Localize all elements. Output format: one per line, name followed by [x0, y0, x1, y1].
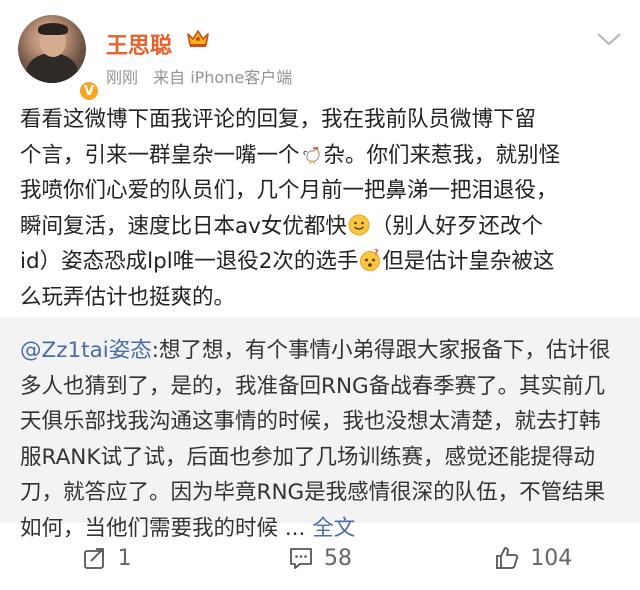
repost-icon	[83, 548, 104, 569]
repost-text-line: @Zz1tai姿态:想了想，有个事情小弟得跟大家报备下，估计很	[20, 338, 611, 363]
post-text-line: 瞬间复活，速度比日本av女优都快 （别人好歹还改个	[20, 213, 543, 239]
repost-count: 1	[117, 545, 132, 571]
svg-text:?: ?	[374, 249, 379, 257]
reposted-weibo[interactable]: @Zz1tai姿态:想了想，有个事情小弟得跟大家报备下，估计很 多人也猜到了，是…	[0, 317, 640, 541]
repost-button[interactable]: 1	[0, 530, 213, 586]
action-bar: 1 58 104	[0, 530, 640, 586]
comment-button[interactable]: 58	[213, 530, 426, 586]
like-count: 104	[530, 545, 573, 571]
comment-count: 58	[323, 545, 352, 571]
comment-icon	[290, 548, 312, 569]
post-time: 刚刚	[106, 68, 139, 87]
weibo-post-card: V 王思聪 刚刚 来自 iPhone客户端 看看这微博下面我评论的回复，我在我前…	[0, 0, 640, 590]
repost-text-line: 服RANK试了试，后面也参加了几场训练赛，感觉还能提得动	[20, 444, 595, 470]
repost-text-line: 多人也猜到了，是的，我准备回RNG备战春季赛了。其实前几	[20, 373, 606, 399]
confused-emoji: ?	[360, 249, 381, 271]
post-text-line: 么玩弄估计也挺爽的。	[20, 284, 236, 310]
smile-emoji	[348, 214, 370, 235]
repost-author-mention[interactable]: @Zz1tai姿态	[20, 338, 152, 363]
repost-text-line: 刀，就答应了。因为毕竟RNG是我感情很深的队伍，不管结果	[20, 480, 606, 505]
author-name[interactable]: 王思聪	[106, 28, 172, 60]
post-text-line: 个言，引来一群皇杂一嘴一个 杂。你们来惹我，就别怪	[20, 142, 561, 168]
post-text-line: id）姿态恐成lpl唯一退役2次的选手 ? 但是估计皇杂被这	[20, 249, 555, 274]
post-text-line: 我喷你们心爱的队员们，几个月前一把鼻涕一把泪退役，	[20, 178, 558, 203]
avatar[interactable]: V	[18, 15, 100, 102]
post-source: 来自 iPhone客户端	[153, 68, 293, 87]
post-text-line: 看看这微博下面我评论的回复，我在我前队员微博下留	[20, 107, 537, 132]
post-meta: 刚刚 来自 iPhone客户端	[106, 64, 292, 88]
post-body: 看看这微博下面我评论的回复，我在我前队员微博下留 个言，引来一群皇杂一嘴一个 杂…	[20, 102, 624, 315]
like-button[interactable]: 104	[427, 530, 640, 586]
rooster-emoji	[302, 146, 321, 164]
repost-text-line: 天俱乐部找我沟通这事情的时候，我也没想太清楚，就去打韩	[20, 409, 601, 434]
crown-icon	[187, 30, 209, 47]
repost-body: @Zz1tai姿态:想了想，有个事情小弟得跟大家报备下，估计很 多人也猜到了，是…	[20, 333, 624, 546]
chevron-down-icon[interactable]	[596, 30, 622, 48]
like-icon	[496, 547, 519, 569]
verified-badge-icon: V	[78, 80, 100, 102]
